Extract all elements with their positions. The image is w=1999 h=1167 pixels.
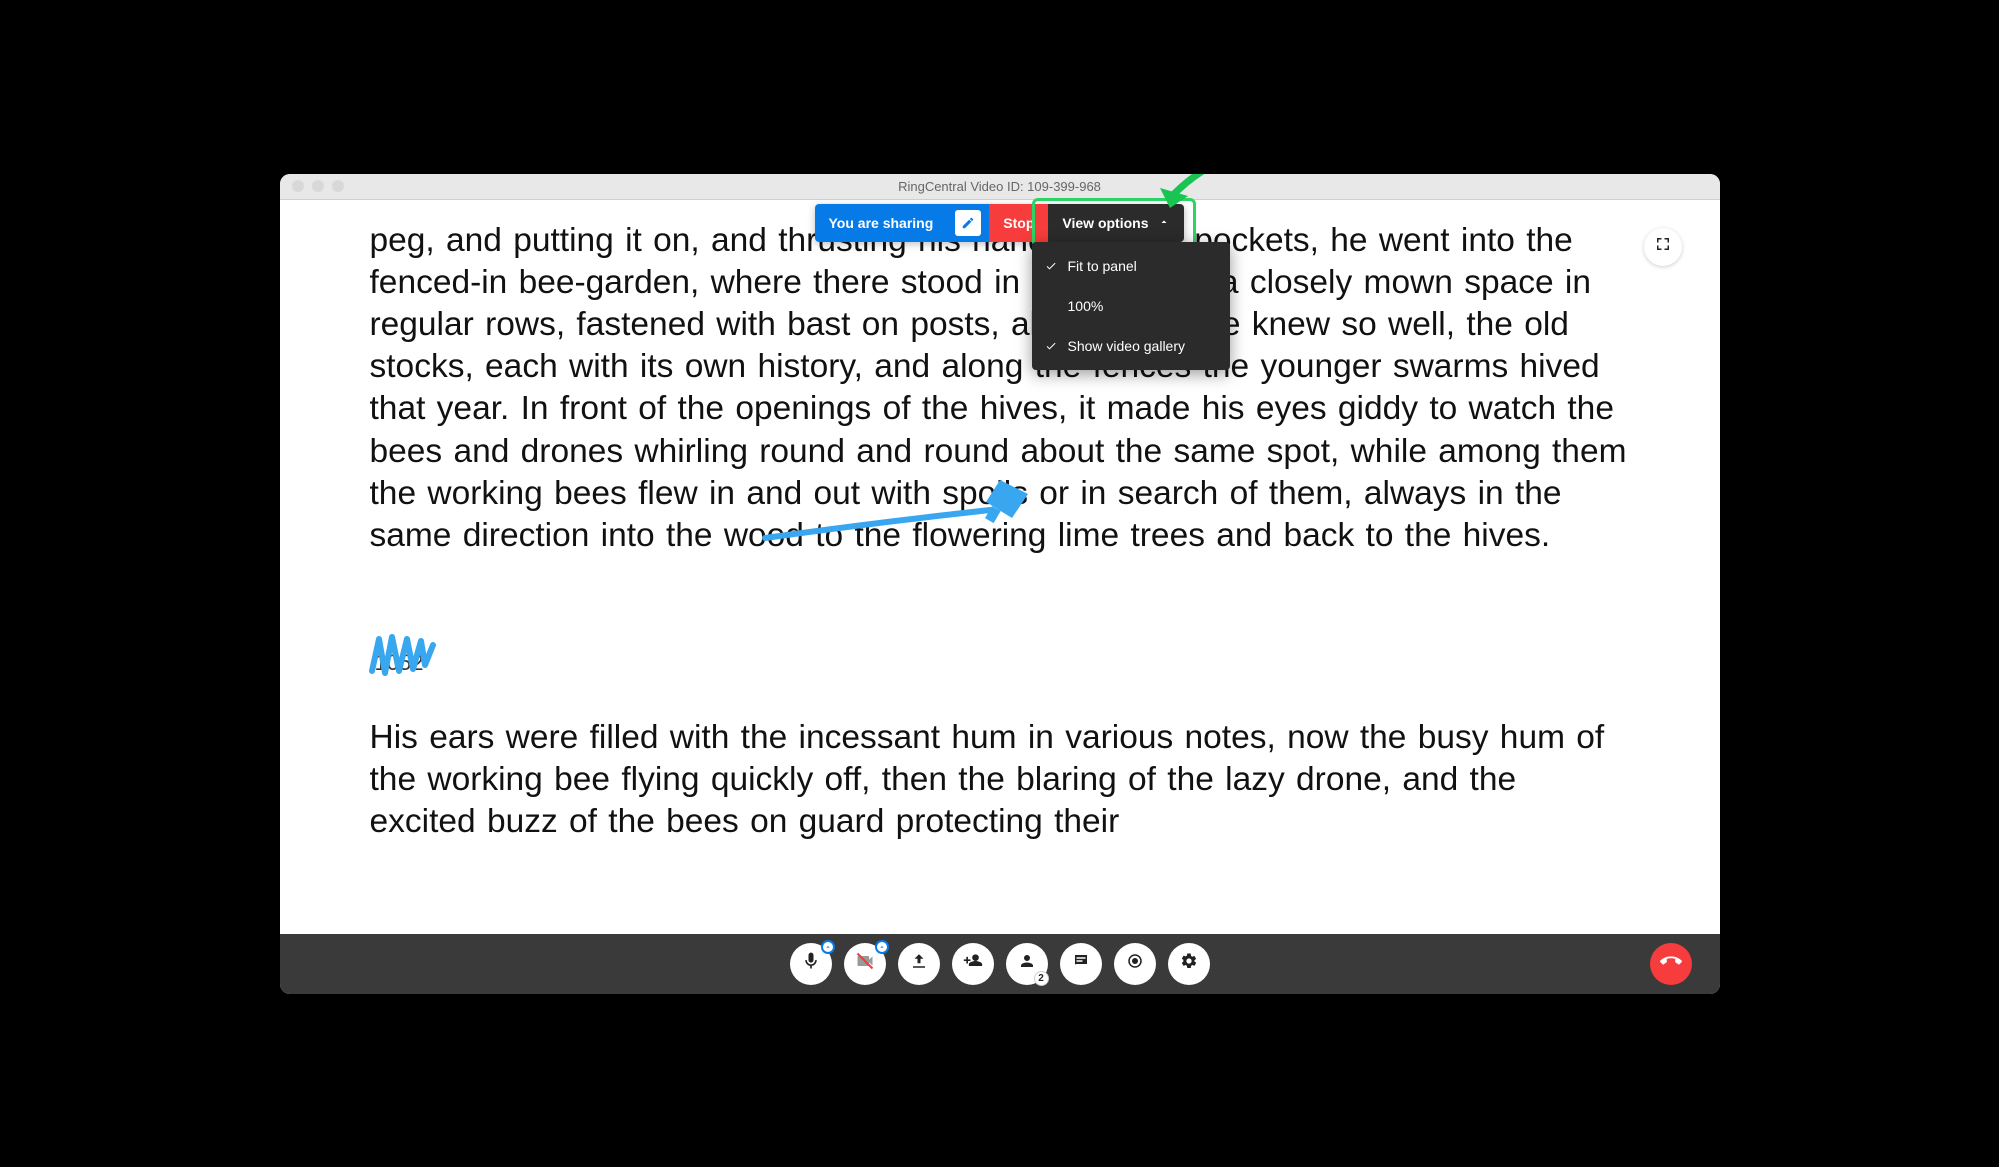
fullscreen-button[interactable] [1644,228,1682,266]
share-icon [910,952,928,975]
leave-call-button[interactable] [1650,943,1692,985]
meeting-toolbar: 2 [280,934,1720,994]
chevron-up-icon [1158,215,1170,231]
check-icon [1044,340,1058,352]
minimize-window-button[interactable] [312,180,324,192]
titlebar: RingCentral Video ID: 109-399-968 [280,174,1720,200]
shared-screen-area: peg, and putting it on, and thrusting hi… [280,200,1720,934]
chat-button[interactable] [1060,943,1102,985]
participants-count-badge: 2 [1034,971,1049,986]
window-controls [292,180,344,192]
app-window: RingCentral Video ID: 109-399-968 peg, a… [280,174,1720,994]
person-icon [1018,952,1036,975]
record-button[interactable] [1114,943,1156,985]
participants-button[interactable]: 2 [1006,943,1048,985]
expand-icon [1654,235,1672,258]
menu-item-100-percent[interactable]: 100% [1032,286,1230,326]
sharing-status-label: You are sharing [815,204,948,242]
stop-sharing-button[interactable]: Stop [989,204,1048,242]
menu-item-show-video-gallery[interactable]: Show video gallery [1032,326,1230,366]
close-window-button[interactable] [292,180,304,192]
annotate-button[interactable] [947,204,989,242]
chevron-badge[interactable] [821,940,835,954]
record-icon [1126,952,1144,975]
view-options-button[interactable]: View options [1048,204,1184,242]
toolbar-center-group: 2 [790,943,1210,985]
menu-item-fit-to-panel[interactable]: Fit to panel [1032,246,1230,286]
gear-icon [1180,952,1198,975]
document-paragraph: His ears were filled with the incessant … [370,717,1630,844]
check-icon [1044,260,1058,272]
chat-icon [1072,952,1090,975]
chevron-badge[interactable] [875,940,889,954]
settings-button[interactable] [1168,943,1210,985]
share-button[interactable] [898,943,940,985]
mute-button[interactable] [790,943,832,985]
page-number: 1052 [375,649,424,677]
camera-button[interactable] [844,943,886,985]
view-options-menu: Fit to panel 100% Show video gallery [1032,242,1230,370]
add-person-icon [963,951,983,976]
microphone-icon [801,951,821,976]
sharing-toolbar: You are sharing Stop View options [815,204,1185,242]
window-title: RingCentral Video ID: 109-399-968 [280,179,1720,194]
document-text: peg, and putting it on, and thrusting hi… [280,200,1720,844]
view-options-label: View options [1062,215,1148,231]
phone-hangup-icon [1660,950,1682,977]
camera-off-icon [855,951,875,976]
document-paragraph: peg, and putting it on, and thrusting hi… [370,220,1630,558]
pencil-icon [955,210,981,236]
zoom-window-button[interactable] [332,180,344,192]
invite-button[interactable] [952,943,994,985]
